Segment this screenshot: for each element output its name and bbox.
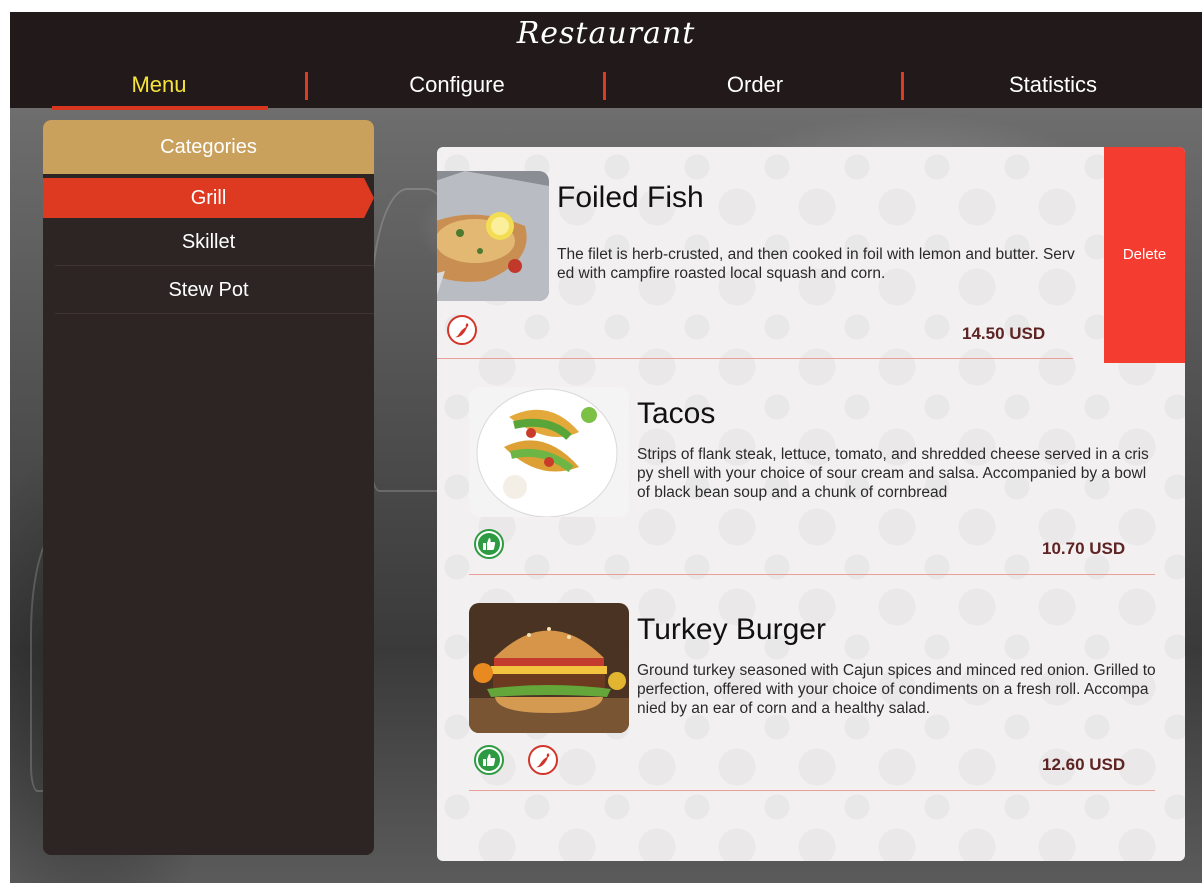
turkey-burger-photo: [469, 603, 629, 733]
item-price: 10.70 USD: [1042, 539, 1126, 558]
item-name: Tacos: [637, 397, 716, 430]
divider: [55, 313, 374, 314]
item-description: Strips of flank steak, lettuce, tomato, …: [637, 446, 1149, 501]
app-header: Restaurant Menu Configure Order Statisti…: [10, 12, 1202, 108]
category-item-stew-pot[interactable]: Stew Pot: [43, 266, 374, 314]
foiled-fish-photo: [437, 171, 549, 301]
menu-item-foiled-fish[interactable]: Foiled Fish The filet is herb-crusted, a…: [437, 147, 1185, 363]
item-price: 14.50 USD: [962, 324, 1046, 343]
tab-configure[interactable]: Configure: [308, 68, 606, 108]
tab-label: Order: [726, 72, 784, 97]
app-window: Restaurant Menu Configure Order Statisti…: [10, 12, 1202, 883]
categories-sidebar: Categories Grill Skillet Stew Pot: [43, 120, 374, 855]
tacos-photo: [469, 387, 629, 517]
active-tab-indicator: [52, 106, 268, 110]
item-divider: [469, 790, 1155, 791]
thumbs-up-icon: [474, 745, 504, 775]
tab-statistics[interactable]: Statistics: [904, 68, 1202, 108]
chili-icon: [447, 315, 477, 345]
category-item-skillet[interactable]: Skillet: [43, 218, 374, 266]
tab-label: Configure: [409, 72, 505, 97]
chili-icon: [528, 745, 558, 775]
tab-label: Menu: [131, 72, 187, 97]
app-title: Restaurant: [516, 16, 696, 51]
delete-button[interactable]: Delete: [1104, 147, 1185, 363]
item-price: 12.60 USD: [1042, 755, 1126, 774]
categories-header: Categories: [43, 120, 374, 174]
menu-item-turkey-burger[interactable]: Turkey Burger Ground turkey seasoned wit…: [437, 579, 1185, 795]
item-name: Turkey Burger: [637, 613, 826, 646]
main-nav: Menu Configure Order Statistics: [10, 68, 1202, 108]
item-name: Foiled Fish: [557, 181, 704, 214]
category-label: Skillet: [181, 231, 236, 253]
item-description: The filet is herb-crusted, and then cook…: [557, 246, 1075, 282]
item-divider: [469, 574, 1155, 575]
thumbs-up-icon: [474, 529, 504, 559]
tab-label: Statistics: [1008, 72, 1098, 97]
category-label: Grill: [190, 187, 227, 209]
item-description: Ground turkey seasoned with Cajun spices…: [637, 662, 1156, 717]
item-divider: [437, 358, 1073, 359]
tab-menu[interactable]: Menu: [10, 68, 308, 108]
menu-items-panel: Foiled Fish The filet is herb-crusted, a…: [437, 147, 1185, 861]
tab-order[interactable]: Order: [606, 68, 904, 108]
category-item-grill[interactable]: Grill: [43, 178, 374, 218]
category-label: Stew Pot: [168, 279, 249, 301]
menu-item-tacos[interactable]: Tacos Strips of flank steak, lettuce, to…: [437, 363, 1185, 579]
